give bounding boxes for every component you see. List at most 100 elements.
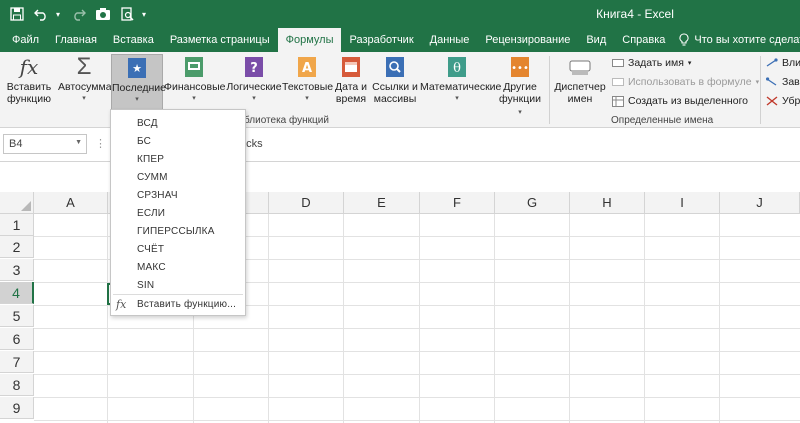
lightbulb-icon	[679, 33, 690, 46]
trace-precedents-label: Вли	[782, 57, 800, 69]
remove-arrows-button[interactable]: Убр	[766, 95, 800, 107]
menu-item-hyperlink[interactable]: ГИПЕРССЫЛКА	[137, 226, 215, 237]
row-header-8[interactable]: 8	[0, 374, 34, 396]
other-label-1: Другие	[503, 81, 537, 93]
use-in-formula-button[interactable]: Использовать в формуле ▾	[612, 76, 759, 88]
gridline	[107, 214, 108, 423]
column-header-i[interactable]: I	[645, 192, 720, 214]
tab-review[interactable]: Рецензирование	[477, 28, 578, 52]
gridline	[34, 374, 800, 375]
autosum-button[interactable]: Σ Автосумма ▾	[58, 53, 112, 116]
datetime-button[interactable]: Дата и время	[333, 54, 369, 116]
column-header-g[interactable]: G	[495, 192, 570, 214]
title-bar: ▾ ▾ Книга4 - Excel	[0, 0, 800, 28]
tab-insert[interactable]: Вставка	[105, 28, 162, 52]
row-header-1[interactable]: 1	[0, 214, 34, 236]
svg-text:A: A	[302, 61, 312, 76]
row-header-7[interactable]: 7	[0, 351, 34, 373]
trace-precedents-button[interactable]: Вли	[766, 57, 800, 69]
menu-item-esli[interactable]: ЕСЛИ	[137, 208, 165, 219]
svg-text:•••: •••	[511, 63, 529, 74]
row-header-4[interactable]: 4	[0, 282, 34, 304]
sigma-icon: Σ	[76, 53, 92, 80]
math-label: Математические	[420, 81, 502, 93]
row-header-3[interactable]: 3	[0, 259, 34, 281]
tab-view[interactable]: Вид	[578, 28, 614, 52]
menu-item-srznach[interactable]: СРЗНАЧ	[137, 190, 178, 201]
window-title: Книга4 - Excel	[596, 7, 674, 21]
tab-page-layout[interactable]: Разметка страницы	[162, 28, 278, 52]
tab-formulas[interactable]: Формулы	[277, 28, 342, 52]
star-book-icon: ★	[124, 55, 150, 81]
create-from-selection-label: Создать из выделенного	[628, 95, 749, 107]
use-in-formula-icon	[612, 78, 624, 86]
column-header-h[interactable]: H	[570, 192, 645, 214]
recent-label: Последние	[112, 82, 167, 94]
trace-dependents-button[interactable]: Зав	[766, 76, 800, 88]
insert-function-button[interactable]: fx Вставить функцию	[4, 54, 54, 116]
tab-help[interactable]: Справка	[614, 28, 673, 52]
column-header-e[interactable]: E	[344, 192, 420, 214]
lookup-book-icon	[382, 54, 408, 80]
gridline	[644, 214, 645, 423]
math-button[interactable]: θ Математические ▾	[420, 54, 502, 116]
tab-data[interactable]: Данные	[422, 28, 478, 52]
financial-button[interactable]: Финансовые ▾	[164, 54, 226, 116]
logical-button[interactable]: ? Логические ▾	[226, 54, 282, 116]
lookup-label-1: Ссылки и	[372, 81, 418, 93]
menu-item-insert-function[interactable]: Вставить функцию...	[137, 299, 236, 310]
define-name-button[interactable]: Задать имя ▾	[612, 57, 691, 69]
tab-home[interactable]: Главная	[47, 28, 105, 52]
text-label: Текстовые	[282, 81, 334, 93]
gridline	[34, 351, 800, 352]
gridline	[494, 214, 495, 423]
formula-bar-grip-icon[interactable]: ⋮	[95, 137, 106, 150]
financial-label: Финансовые	[164, 81, 226, 93]
logical-book-icon: ?	[241, 54, 267, 80]
gridline	[34, 397, 800, 398]
row-header-2[interactable]: 2	[0, 236, 34, 258]
svg-text:★: ★	[132, 62, 142, 75]
menu-item-schet[interactable]: СЧЁТ	[137, 244, 164, 255]
menu-item-sin[interactable]: SIN	[137, 280, 154, 291]
defined-names-group-label: Определенные имена	[611, 115, 714, 126]
tab-file[interactable]: Файл	[4, 28, 47, 52]
column-header-j[interactable]: J	[720, 192, 800, 214]
tab-developer[interactable]: Разработчик	[341, 28, 421, 52]
remove-arrows-label: Убр	[782, 95, 800, 107]
select-all-corner[interactable]	[0, 192, 34, 214]
insert-function-label-1: Вставить	[6, 81, 52, 93]
column-header-a[interactable]: A	[34, 192, 108, 214]
menu-item-kper[interactable]: КПЕР	[137, 154, 164, 165]
define-name-label: Задать имя	[628, 57, 684, 69]
gridline	[419, 214, 420, 423]
name-tag-icon	[567, 54, 593, 80]
menu-item-summ[interactable]: СУММ	[137, 172, 168, 183]
recent-functions-button[interactable]: ★ Последние ▾	[111, 54, 167, 116]
create-from-selection-button[interactable]: Создать из выделенного	[612, 95, 748, 107]
lookup-label-2: массивы	[373, 93, 417, 105]
ribbon-tabs: Файл Главная Вставка Разметка страницы Ф…	[0, 28, 800, 52]
chevron-down-icon: ▾	[518, 109, 522, 116]
menu-item-maks[interactable]: МАКС	[137, 262, 166, 273]
math-book-icon: θ	[444, 54, 470, 80]
gridline	[34, 420, 800, 421]
other-functions-button[interactable]: ••• Другие функции ▾	[496, 54, 544, 116]
chevron-down-icon[interactable]: ▼	[75, 139, 82, 146]
chevron-down-icon: ▾	[455, 95, 459, 102]
text-functions-button[interactable]: A Текстовые ▾	[282, 54, 334, 116]
row-header-5[interactable]: 5	[0, 305, 34, 327]
name-manager-label-1: Диспетчер	[554, 81, 606, 93]
menu-item-vsd[interactable]: ВСД	[137, 118, 158, 129]
column-header-d[interactable]: D	[269, 192, 344, 214]
gridline	[34, 328, 800, 329]
name-box[interactable]: B4 ▼	[3, 134, 87, 154]
row-header-6[interactable]: 6	[0, 328, 34, 350]
svg-text:?: ?	[250, 61, 258, 76]
name-manager-button[interactable]: Диспетчер имен	[554, 54, 606, 116]
tell-me-box[interactable]: Что вы хотите сделать?	[673, 28, 800, 52]
row-header-9[interactable]: 9	[0, 397, 34, 419]
column-header-f[interactable]: F	[420, 192, 495, 214]
lookup-button[interactable]: Ссылки и массивы	[370, 54, 420, 116]
menu-item-bs[interactable]: БС	[137, 136, 151, 147]
